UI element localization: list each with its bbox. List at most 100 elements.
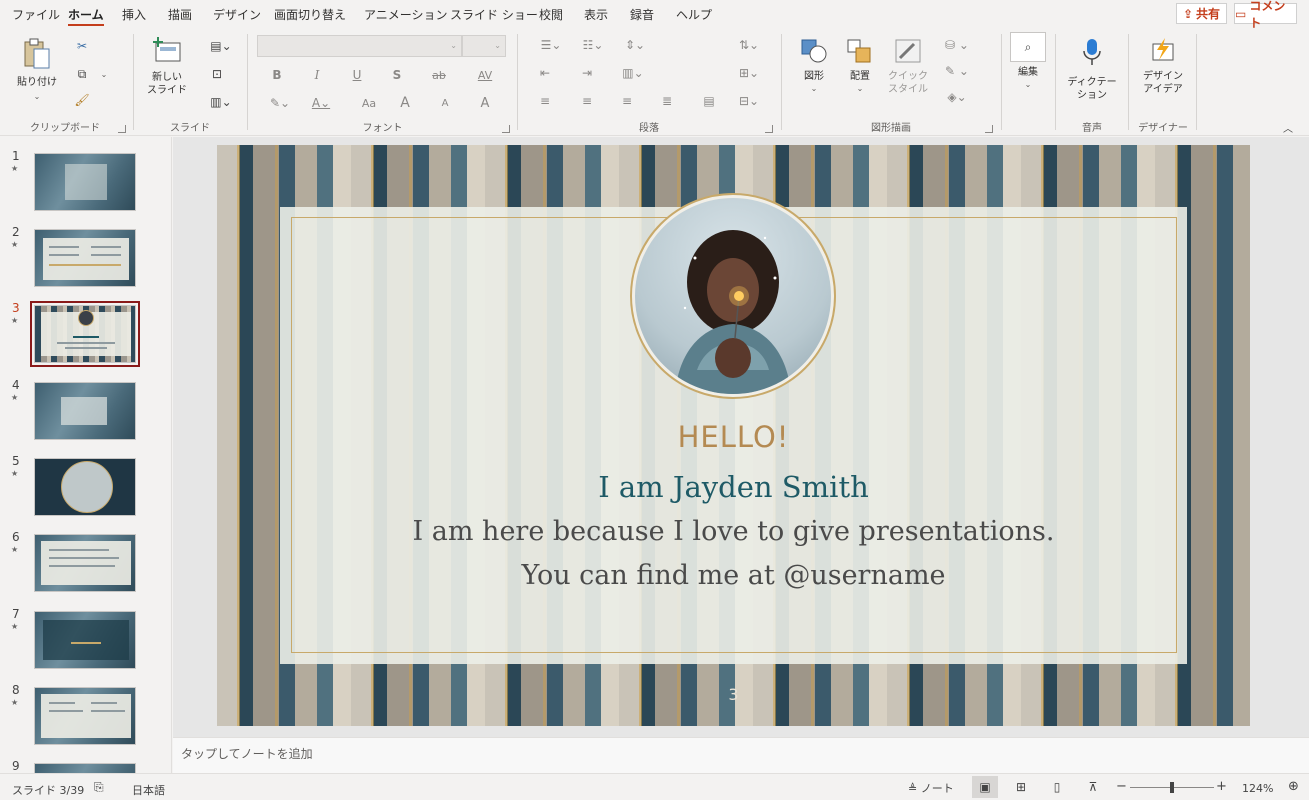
slide-thumbnail-1[interactable] [34,153,136,211]
quick-styles-button[interactable] [892,36,924,66]
tab-transitions[interactable]: 画面切り替え [274,6,346,23]
notes-pane[interactable]: タップしてノートを追加 [173,737,1309,773]
layout-icon[interactable]: ▤⌄ [206,36,236,56]
slide-thumbnails-pane[interactable]: 1 ★ 2 ★ 3 ★ 4 ★ 5 ★ 6 ★ 7 ★ 8 ★ 9 [0,137,172,773]
search-icon[interactable]: ⌕ [1010,32,1046,62]
dialog-launcher-icon[interactable] [502,125,510,133]
character-spacing-button[interactable]: AV [470,64,500,86]
notes-toggle-button[interactable]: ≜ ノート [908,780,954,796]
intro-line-2[interactable]: You can find me at @username [217,560,1250,591]
decrease-indent-icon[interactable]: ⇤ [534,62,556,84]
align-right-icon[interactable]: ≡ [616,90,638,112]
arrange-button[interactable] [844,36,876,66]
shapes-button[interactable] [798,36,830,66]
shape-effects-icon[interactable]: ◈⌄ [938,86,976,108]
greeting-text[interactable]: HELLO! [217,420,1250,454]
share-button[interactable]: ⇪ 共有 [1176,3,1227,24]
zoom-in-icon[interactable]: + [1216,779,1227,794]
tab-file[interactable]: ファイル [12,6,60,23]
section-icon[interactable]: ▥⌄ [206,92,236,112]
dialog-launcher-icon[interactable] [985,125,993,133]
slide-sorter-icon[interactable]: ⊞ [1008,776,1034,798]
align-text-icon[interactable]: ⊞⌄ [732,62,766,84]
collapse-ribbon-icon[interactable]: ︿ [1280,120,1296,135]
slide-thumbnail-2[interactable] [34,229,136,287]
normal-view-icon[interactable]: ▣ [972,776,998,798]
slide-thumbnail-5[interactable] [34,458,136,516]
shape-outline-icon[interactable]: ✎ ⌄ [938,60,976,82]
slideshow-view-icon[interactable]: ⊼ [1080,776,1106,798]
shape-fill-icon[interactable]: ⛁ ⌄ [938,34,976,56]
bold-button[interactable]: B [266,64,288,86]
align-center-icon[interactable]: ≡ [576,90,598,112]
numbering-icon[interactable]: ☷⌄ [576,34,610,56]
italic-button[interactable]: I [306,64,328,86]
tab-view[interactable]: 表示 [584,6,608,23]
tab-slideshow[interactable]: スライド ショー [450,6,538,23]
tab-record[interactable]: 録音 [630,6,654,23]
slide-editor[interactable]: HELLO! I am Jayden Smith I am here becau… [173,137,1309,737]
justify-icon[interactable]: ≣ [656,90,678,112]
slide-thumbnail-9[interactable] [34,763,136,773]
paste-button[interactable] [18,36,56,72]
speaker-name[interactable]: I am Jayden Smith [217,470,1250,504]
cut-icon[interactable]: ✂ [72,36,92,56]
slide-thumbnail-7[interactable] [34,611,136,669]
slide-thumbnail-3[interactable] [30,301,140,367]
dialog-launcher-icon[interactable] [118,125,126,133]
strikethrough-button[interactable]: ab [428,64,450,86]
increase-indent-icon[interactable]: ⇥ [576,62,598,84]
chevron-down-icon[interactable]: ⌄ [794,82,834,95]
chevron-down-icon[interactable]: ⌄ [1004,78,1052,91]
change-case-button[interactable]: Aa [354,92,384,114]
font-size-combo[interactable]: ⌄ [462,35,506,57]
clear-format-button[interactable]: A [474,92,496,114]
profile-photo-frame[interactable] [630,193,836,399]
slide-thumbnail-6[interactable] [34,534,136,592]
highlight-icon[interactable]: ✎⌄ [264,92,296,114]
copy-icon[interactable]: ⧉ [72,64,92,84]
design-ideas-label-2[interactable]: アイデア [1131,83,1195,96]
reset-icon[interactable]: ⊡ [206,64,228,84]
zoom-level[interactable]: 124% [1242,782,1273,795]
language-indicator[interactable]: 日本語 [132,782,165,798]
line-spacing-icon[interactable]: ⇕⌄ [618,34,652,56]
microphone-icon[interactable] [1076,36,1108,68]
reading-view-icon[interactable]: ▯ [1044,776,1070,798]
intro-line-1[interactable]: I am here because I love to give present… [217,516,1250,547]
comment-button[interactable]: ▭ コメント [1234,0,1297,30]
slide-thumbnail-8[interactable] [34,687,136,745]
distributed-icon[interactable]: ▤ [698,90,720,112]
underline-button[interactable]: U [346,64,368,86]
text-direction-icon[interactable]: ⇅⌄ [732,34,766,56]
tab-design[interactable]: デザイン [213,6,261,23]
shrink-font-button[interactable]: A [434,92,456,114]
tab-help[interactable]: ヘルプ [676,6,712,23]
align-left-icon[interactable]: ≡ [534,90,556,112]
tab-review[interactable]: 校閲 [539,6,563,23]
new-slide-button[interactable] [150,36,184,66]
font-name-combo[interactable]: ⌄ [257,35,462,57]
tab-home[interactable]: ホーム [68,6,104,26]
bullets-icon[interactable]: ☰⌄ [534,34,568,56]
tab-animations[interactable]: アニメーション [364,6,448,23]
smartart-icon[interactable]: ⊟⌄ [732,90,766,112]
tab-draw[interactable]: 描画 [168,6,192,23]
grow-font-button[interactable]: A [394,92,416,114]
chevron-down-icon[interactable]: ⌄ [840,82,880,95]
chevron-down-icon[interactable]: ⌄ [12,90,62,103]
dialog-launcher-icon[interactable] [765,125,773,133]
slide-thumbnail-4[interactable] [34,382,136,440]
design-ideas-label-1[interactable]: デザイン [1131,70,1195,83]
zoom-slider-thumb[interactable] [1170,782,1174,793]
design-ideas-icon[interactable] [1147,36,1179,66]
columns-icon[interactable]: ▥⌄ [618,62,648,84]
accessibility-icon[interactable]: ⎘ [94,780,104,795]
slide-canvas[interactable]: HELLO! I am Jayden Smith I am here becau… [217,145,1250,726]
tab-insert[interactable]: 挿入 [122,6,146,23]
format-painter-icon[interactable]: 🖌 [72,90,92,110]
chevron-down-icon[interactable]: ⌄ [98,66,110,82]
font-color-icon[interactable]: A⌄ [306,92,336,114]
zoom-out-icon[interactable]: − [1116,779,1127,794]
fit-to-window-icon[interactable]: ⊕ [1288,779,1299,794]
